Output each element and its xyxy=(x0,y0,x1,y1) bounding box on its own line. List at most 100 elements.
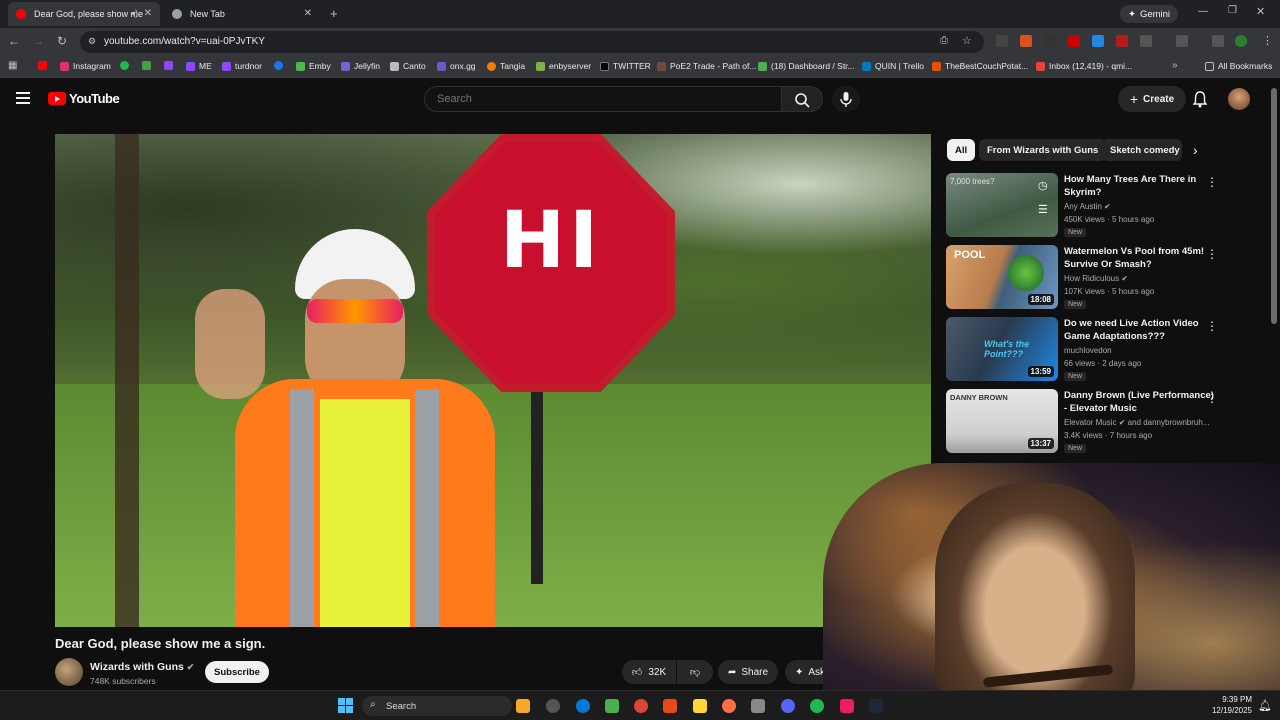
gemini-button[interactable]: ✦ Gemini xyxy=(1120,5,1178,23)
firefox-icon[interactable] xyxy=(722,699,736,713)
channel-name[interactable]: Wizards with Guns ✔ xyxy=(90,661,194,673)
search-input[interactable] xyxy=(437,93,767,105)
forward-arrow-icon[interactable]: → xyxy=(30,34,46,48)
dislike-button[interactable]: 👎︎ xyxy=(677,660,713,684)
youtube-logo-icon[interactable] xyxy=(48,92,66,105)
app-icon[interactable] xyxy=(663,699,677,713)
more-options-icon[interactable]: ⋮ xyxy=(1206,391,1218,405)
channel-avatar[interactable] xyxy=(55,658,83,686)
browser-menu-icon[interactable]: ⋮ xyxy=(1262,34,1273,47)
bookmark-trello[interactable]: QUIN | Trello xyxy=(862,61,924,71)
recommendation-title[interactable]: Watermelon Vs Pool from 45m! Survive Or … xyxy=(1064,245,1216,271)
bookmark-emby[interactable]: Emby xyxy=(296,61,331,71)
new-tab-plus-icon[interactable]: + xyxy=(330,6,338,21)
page-scrollbar[interactable] xyxy=(1271,88,1277,324)
profile-avatar-icon[interactable] xyxy=(1235,35,1247,47)
bookmark-twitter[interactable]: TWITTER xyxy=(600,61,651,71)
extension-fox-icon[interactable] xyxy=(1020,35,1032,47)
back-arrow-icon[interactable]: ← xyxy=(6,34,22,48)
recommendation-channel[interactable]: muchlovedon xyxy=(1064,346,1112,355)
watch-later-clock-icon[interactable]: ◷ xyxy=(1038,179,1048,192)
video-thumbnail[interactable]: 7,000 trees? ◷ ☰ xyxy=(946,173,1058,237)
recommendation-title[interactable]: Do we need Live Action Video Game Adapta… xyxy=(1064,317,1216,343)
address-bar[interactable]: ⚙ youtube.com/watch?v=uai-0PJvTKY ⎙ ☆ xyxy=(80,31,984,53)
more-bookmarks-chevron-icon[interactable]: » xyxy=(1172,60,1178,71)
video-thumbnail[interactable]: POOL 18:08 xyxy=(946,245,1058,309)
media-player-icon[interactable] xyxy=(605,699,619,713)
recommendation-item[interactable]: What's the Point??? 13:59 Do we need Liv… xyxy=(946,317,1236,383)
edge-browser-icon[interactable] xyxy=(576,699,590,713)
more-options-icon[interactable]: ⋮ xyxy=(1206,247,1218,261)
recommendation-channel[interactable]: Any Austin ✔ xyxy=(1064,202,1111,211)
taskbar-search[interactable]: ⌕ Search xyxy=(362,696,512,716)
close-tab-icon[interactable]: ✕ xyxy=(304,8,312,19)
notifications-bell-icon[interactable] xyxy=(1192,90,1208,108)
notification-bell-icon[interactable]: 🔔︎ xyxy=(1258,699,1272,712)
bookmark-onx[interactable]: onx.gg xyxy=(437,61,476,71)
all-bookmarks-button[interactable]: All Bookmarks xyxy=(1205,61,1272,71)
chips-next-chevron-icon[interactable]: › xyxy=(1193,142,1198,158)
extensions-puzzle-icon[interactable] xyxy=(1140,35,1152,47)
share-button[interactable]: ➦ Share xyxy=(718,660,778,684)
recommendation-item[interactable]: 7,000 trees? ◷ ☰ How Many Trees Are Ther… xyxy=(946,173,1236,239)
more-options-icon[interactable]: ⋮ xyxy=(1206,175,1218,189)
steam-icon[interactable] xyxy=(869,699,883,713)
media-control-icon[interactable] xyxy=(1212,35,1224,47)
site-info-icon[interactable]: ⚙ xyxy=(88,36,96,47)
bookmark-couchpotato[interactable]: TheBestCouchPotat... xyxy=(932,61,1028,71)
recommendation-item[interactable]: DANNY BROWN 13:37 Danny Brown (Live Perf… xyxy=(946,389,1236,455)
extension-block-icon[interactable] xyxy=(1116,35,1128,47)
bookmark-poe2-trade[interactable]: PoE2 Trade - Path of... xyxy=(657,61,756,71)
bookmark-me[interactable]: ME xyxy=(186,61,212,71)
youtube-logo-text[interactable]: YouTube xyxy=(69,91,120,106)
recommendation-item[interactable]: POOL 18:08 Watermelon Vs Pool from 45m! … xyxy=(946,245,1236,311)
app-icon[interactable] xyxy=(840,699,854,713)
create-button[interactable]: + Create xyxy=(1118,86,1186,112)
bookmark-youtube[interactable] xyxy=(38,61,51,70)
extension-counter-icon[interactable] xyxy=(1044,35,1056,47)
bookmark-tangia[interactable]: Tangia xyxy=(487,61,525,71)
video-player[interactable]: HI xyxy=(55,134,931,627)
notes-icon[interactable] xyxy=(693,699,707,713)
voice-search-button[interactable] xyxy=(832,86,860,112)
spotify-icon[interactable] xyxy=(810,699,824,713)
chip-all[interactable]: All xyxy=(947,139,976,161)
chip-sketch-comedy[interactable]: Sketch comedy xyxy=(1102,139,1182,161)
search-box[interactable] xyxy=(424,86,782,112)
tab-youtube-video[interactable]: Dear God, please show me ◂) ✕ xyxy=(8,2,160,26)
recommendation-channel[interactable]: Elevator Music ✔ and dannybrownbruh... xyxy=(1064,418,1209,427)
chrome-icon[interactable] xyxy=(634,699,648,713)
recommendation-channel[interactable]: How Ridiculous ✔ xyxy=(1064,274,1128,283)
settings-gear-icon[interactable] xyxy=(546,699,560,713)
bookmark-facebook[interactable] xyxy=(274,61,287,70)
file-explorer-icon[interactable] xyxy=(516,699,530,713)
recommendation-title[interactable]: Danny Brown (Live Performance) - Elevato… xyxy=(1064,389,1216,415)
like-button[interactable]: 👍︎ 32K xyxy=(622,660,676,684)
side-panel-icon[interactable] xyxy=(1176,35,1188,47)
windows-start-icon[interactable] xyxy=(338,698,353,713)
add-to-queue-icon[interactable]: ☰ xyxy=(1038,203,1048,216)
tab-new-tab[interactable]: New Tab ✕ xyxy=(164,2,320,26)
bookmark-app[interactable] xyxy=(142,61,155,70)
bookmark-star-icon[interactable]: ☆ xyxy=(962,34,972,47)
bookmark-enbyserver[interactable]: enbyserver xyxy=(536,61,591,71)
bookmark-canto[interactable]: Canto xyxy=(390,61,426,71)
window-close-icon[interactable]: ✕ xyxy=(1256,5,1265,18)
bookmark-spotify[interactable] xyxy=(120,61,133,70)
hamburger-menu-icon[interactable] xyxy=(16,92,30,104)
app-icon[interactable] xyxy=(751,699,765,713)
extension-k-icon[interactable] xyxy=(996,35,1008,47)
bookmark-gmail-inbox[interactable]: Inbox (12,419) - qmi... xyxy=(1036,61,1132,71)
search-button[interactable] xyxy=(781,86,823,112)
minimize-icon[interactable]: — xyxy=(1198,6,1208,17)
more-options-icon[interactable]: ⋮ xyxy=(1206,319,1218,333)
bookmark-dashboard[interactable]: (18) Dashboard / Str... xyxy=(758,61,855,71)
apps-grid-icon[interactable]: ▦ xyxy=(8,60,17,71)
account-avatar[interactable] xyxy=(1228,88,1250,110)
bookmark-twitch[interactable] xyxy=(164,61,177,70)
bookmark-jellyfin[interactable]: Jellyfin xyxy=(341,61,380,71)
discord-icon[interactable] xyxy=(781,699,795,713)
subscribe-button[interactable]: Subscribe xyxy=(205,661,269,683)
extension-youtube-icon[interactable] xyxy=(1068,35,1080,47)
restore-icon[interactable]: ❐ xyxy=(1228,5,1237,16)
